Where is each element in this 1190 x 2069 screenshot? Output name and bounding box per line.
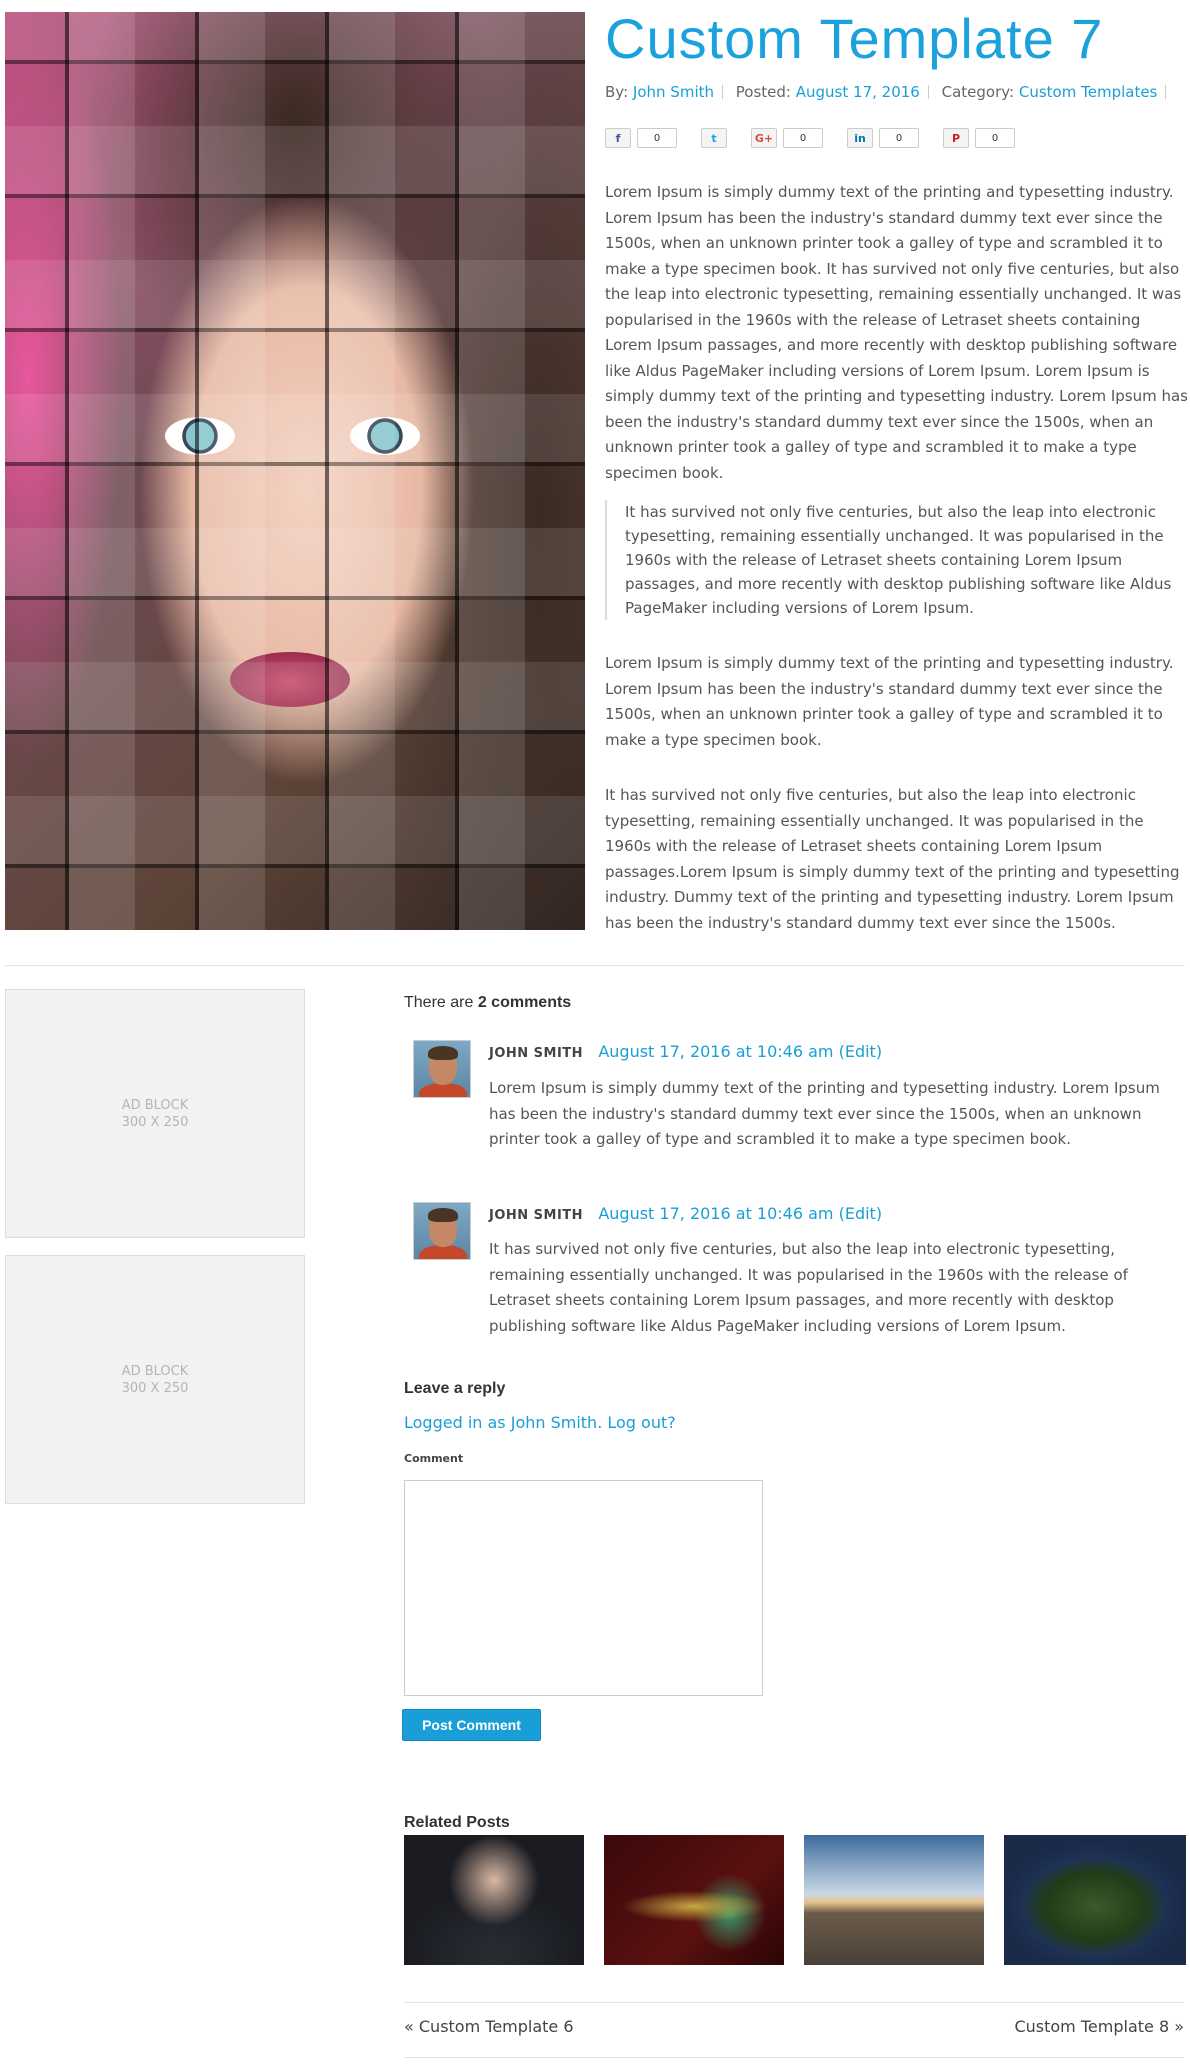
post-comment-button[interactable]: Post Comment [402,1709,541,1741]
ad-block-label: AD BLOCK [121,1097,189,1113]
post-paragraph: Lorem Ipsum is simply dummy text of the … [605,654,1174,749]
share-count: 0 [975,128,1015,148]
ad-block[interactable]: AD BLOCK 300 X 250 [5,989,305,1238]
ad-block-size: 300 X 250 [121,1114,189,1130]
category-label: Category: [941,83,1015,101]
comment-edit-link[interactable]: (Edit) [839,1042,882,1061]
featured-image [5,12,585,930]
linkedin-icon[interactable]: in [847,128,873,148]
posted-label: Posted: [735,83,791,101]
featured-image-weave [5,12,585,930]
google-plus-icon[interactable]: G+ [751,128,777,148]
comment-text: Lorem Ipsum is simply dummy text of the … [489,1079,1160,1148]
comment-text: It has survived not only five centuries,… [489,1240,1128,1335]
ad-block[interactable]: AD BLOCK 300 X 250 [5,1255,305,1504]
share-linkedin: in 0 [847,128,919,148]
related-post-thumbnail[interactable] [1004,1835,1186,1965]
share-count: 0 [879,128,919,148]
share-twitter: t [701,128,727,148]
meta-divider [1165,85,1167,99]
post-paragraph: Lorem Ipsum is simply dummy text of the … [605,183,1189,482]
related-post-thumbnail[interactable] [404,1835,584,1965]
reply-heading: Leave a reply [404,1380,506,1397]
next-post-link[interactable]: Custom Template 8 » [1014,2017,1184,2036]
share-google-plus: G+ 0 [751,128,823,148]
blockquote-text: It has survived not only five centuries,… [625,503,1172,617]
logged-in-link[interactable]: Logged in as John Smith. [404,1413,602,1432]
share-facebook: f 0 [605,128,677,148]
twitter-icon[interactable]: t [701,128,727,148]
comment-header: JOHN SMITH August 17, 2016 at 10:46 am (… [489,1042,882,1061]
category-link[interactable]: Custom Templates [1019,83,1158,101]
avatar[interactable] [413,1202,471,1260]
pinterest-icon[interactable]: P [943,128,969,148]
comment-edit-link[interactable]: (Edit) [839,1204,882,1223]
post-meta: By: John Smith Posted: August 17, 2016 C… [605,83,1174,101]
meta-divider [927,85,929,99]
comments-heading-prefix: There are [404,994,474,1011]
share-bar: f 0 t G+ 0 in 0 P 0 [605,128,1015,148]
nav-divider [404,2057,1184,2058]
post-paragraph: It has survived not only five centuries,… [605,786,1180,932]
comments-count: 2 comments [477,994,572,1011]
logged-in-line: Logged in as John Smith. Log out? [404,1413,676,1432]
related-heading: Related Posts [404,1814,510,1831]
related-post-thumbnail[interactable] [804,1835,984,1965]
facebook-icon[interactable]: f [605,128,631,148]
comment-date-link[interactable]: August 17, 2016 at 10:46 am [598,1204,833,1223]
avatar[interactable] [413,1040,471,1098]
share-count: 0 [783,128,823,148]
comment-header: JOHN SMITH August 17, 2016 at 10:46 am (… [489,1204,882,1223]
comment-textarea[interactable] [404,1480,763,1696]
date-link[interactable]: August 17, 2016 [796,83,920,101]
author-link[interactable]: John Smith [633,83,714,101]
meta-divider [722,85,723,99]
comment-date-link[interactable]: August 17, 2016 at 10:46 am [598,1042,833,1061]
ad-block-size: 300 X 250 [121,1380,189,1396]
comment-author: JOHN SMITH [489,1208,584,1223]
comment-label: Comment [404,1452,464,1465]
ad-block-label: AD BLOCK [121,1363,189,1379]
related-post-thumbnail[interactable] [604,1835,784,1965]
section-divider [5,965,1185,966]
share-count: 0 [637,128,677,148]
comments-heading: There are 2 comments [404,994,571,1012]
comment-author: JOHN SMITH [489,1046,584,1061]
by-label: By: [605,83,629,101]
post-blockquote: It has survived not only five centuries,… [605,500,1190,620]
page-title: Custom Template 7 [605,7,1104,70]
prev-post-link[interactable]: « Custom Template 6 [404,2017,574,2036]
share-pinterest: P 0 [943,128,1015,148]
nav-divider [404,2002,1184,2003]
logout-link[interactable]: Log out? [607,1413,675,1432]
